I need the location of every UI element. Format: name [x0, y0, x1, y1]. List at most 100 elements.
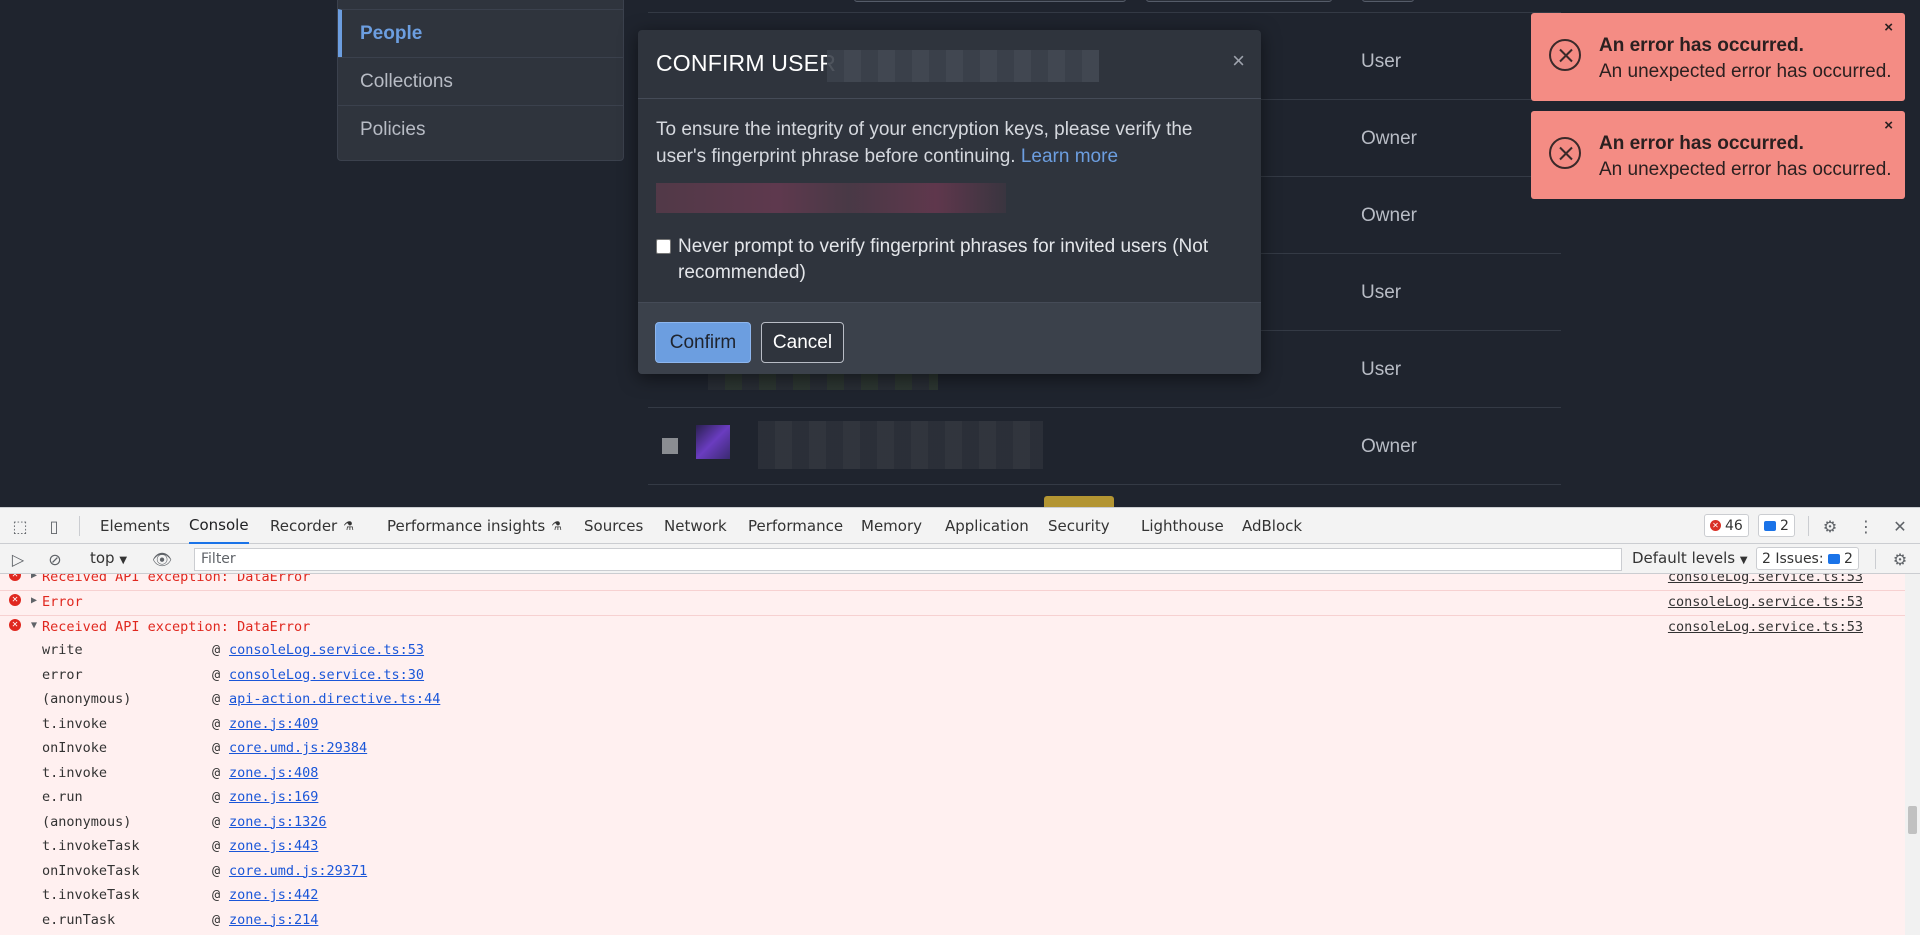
tab-application[interactable]: Application: [945, 508, 1029, 544]
stack-source-link[interactable]: api-action.directive.ts:44: [229, 691, 440, 707]
side-nav: People Collections Policies: [337, 0, 624, 161]
gear-icon[interactable]: ⚙: [1820, 516, 1840, 536]
chevron-down-icon: ▼: [1739, 555, 1748, 566]
stack-frame-row: onInvokeTask @ core.umd.js:29371: [0, 861, 1905, 885]
filter-tabs[interactable]: [854, 0, 1126, 2]
tab-console[interactable]: Console: [189, 508, 249, 544]
error-circle-icon: [1549, 137, 1581, 169]
device-toolbar-icon[interactable]: ▯: [44, 516, 64, 536]
gear-icon[interactable]: ⚙: [1890, 549, 1910, 569]
tab-performance[interactable]: Performance: [748, 508, 843, 544]
error-icon: ✕: [1710, 520, 1721, 531]
stack-source-link[interactable]: core.umd.js:29371: [229, 863, 367, 879]
redacted-fingerprint-phrase: [656, 183, 1006, 213]
row-checkbox[interactable]: [662, 438, 678, 454]
log-source-link[interactable]: consoleLog.service.ts:53: [1668, 574, 1863, 585]
close-icon[interactable]: ×: [1884, 19, 1893, 36]
never-prompt-checkbox[interactable]: [656, 239, 671, 254]
stack-function: (anonymous): [42, 691, 132, 707]
stack-source-link[interactable]: core.umd.js:29384: [229, 740, 367, 756]
error-count: 46: [1725, 517, 1743, 534]
tab-network[interactable]: Network: [664, 508, 727, 544]
stack-frame-row: e.run @ zone.js:169: [0, 787, 1905, 811]
message-count: 2: [1780, 517, 1789, 534]
collapse-triangle-icon[interactable]: ▼: [31, 620, 37, 631]
context-selector[interactable]: top ▼: [90, 549, 127, 567]
console-scrollbar[interactable]: [1905, 574, 1920, 935]
inspect-element-icon[interactable]: ⬚: [10, 516, 30, 536]
nav-item-policies[interactable]: Policies: [338, 105, 623, 153]
stack-source-link[interactable]: zone.js:214: [229, 912, 318, 928]
close-icon[interactable]: ×: [1232, 48, 1245, 74]
stack-function: t.invokeTask: [42, 887, 140, 903]
stack-source-link[interactable]: zone.js:443: [229, 838, 318, 854]
dialog-footer: Confirm Cancel: [638, 302, 1261, 374]
stack-source-link[interactable]: consoleLog.service.ts:53: [229, 642, 424, 658]
error-circle-icon: [1549, 39, 1581, 71]
log-message: Error: [42, 594, 83, 610]
stack-source-link[interactable]: zone.js:409: [229, 716, 318, 732]
expand-triangle-icon[interactable]: ▶: [31, 595, 37, 606]
stack-function: t.invokeTask: [42, 838, 140, 854]
tab-security[interactable]: Security: [1048, 508, 1110, 544]
console-error-row[interactable]: ✕ ▶ Received API exception: DataError co…: [0, 574, 1905, 591]
toast-message: An unexpected error has occurred.: [1599, 159, 1892, 180]
stack-frame-row: t.invokeTask @ zone.js:443: [0, 836, 1905, 860]
clear-console-icon[interactable]: ⊘: [45, 549, 65, 569]
close-icon[interactable]: ×: [1884, 117, 1893, 134]
tab-memory[interactable]: Memory: [861, 508, 922, 544]
stack-source-link[interactable]: zone.js:1326: [229, 814, 327, 830]
stack-source-link[interactable]: zone.js:408: [229, 765, 318, 781]
at-symbol: @: [212, 715, 221, 732]
tab-adblock[interactable]: AdBlock: [1242, 508, 1302, 544]
log-source-link[interactable]: consoleLog.service.ts:53: [1668, 619, 1863, 635]
log-levels-dropdown[interactable]: Default levels ▼: [1632, 549, 1748, 567]
stack-source-link[interactable]: zone.js:442: [229, 887, 318, 903]
at-symbol: @: [212, 887, 221, 903]
issues-count: 2: [1844, 550, 1853, 567]
tab-performance-insights[interactable]: Performance insights ⚗: [387, 508, 562, 544]
toast-title: An error has occurred.: [1599, 35, 1804, 56]
more-options-icon[interactable]: ⋮: [1856, 516, 1876, 536]
stack-frame-row: t.invoke @ zone.js:409: [0, 714, 1905, 738]
devtools-panel: ⬚ ▯ Elements Console Recorder ⚗ Performan…: [0, 507, 1920, 935]
confirm-button[interactable]: Confirm: [655, 322, 751, 363]
close-icon[interactable]: ✕: [1890, 516, 1910, 536]
sidebar-toggle-icon[interactable]: ▷: [8, 549, 28, 569]
tab-elements[interactable]: Elements: [100, 508, 170, 544]
learn-more-link[interactable]: Learn more: [1021, 146, 1118, 167]
expand-triangle-icon[interactable]: ▶: [31, 574, 37, 581]
message-count-badge[interactable]: 2: [1758, 514, 1795, 537]
filter-input[interactable]: Filter: [194, 548, 1622, 571]
web-app: People Collections Policies User Owner O…: [0, 0, 1920, 507]
console-error-row[interactable]: ✕ ▶ Error consoleLog.service.ts:53: [0, 591, 1905, 616]
options-button[interactable]: [1362, 0, 1414, 2]
never-prompt-label[interactable]: Never prompt to verify fingerprint phras…: [678, 234, 1246, 286]
issues-button[interactable]: 2 Issues: 2: [1756, 547, 1859, 570]
stack-frame-row: onInvoke @ core.umd.js:29384: [0, 738, 1905, 762]
at-symbol: @: [212, 838, 221, 854]
cancel-button[interactable]: Cancel: [761, 322, 844, 363]
stack-source-link[interactable]: consoleLog.service.ts:30: [229, 667, 424, 683]
error-toast[interactable]: An error has occurred. An unexpected err…: [1531, 13, 1905, 101]
nav-item-collections[interactable]: Collections: [338, 57, 623, 105]
stack-function: t.invoke: [42, 764, 108, 781]
console-error-row[interactable]: ✕ ▼ Received API exception: DataError co…: [0, 616, 1905, 641]
tab-lighthouse[interactable]: Lighthouse: [1141, 508, 1224, 544]
log-levels-label: Default levels: [1632, 549, 1736, 567]
nav-item-people[interactable]: People: [338, 9, 623, 57]
eye-icon[interactable]: 👁: [152, 549, 172, 569]
scrollbar-thumb[interactable]: [1908, 806, 1917, 834]
stack-source-link[interactable]: zone.js:169: [229, 789, 318, 805]
error-toast[interactable]: An error has occurred. An unexpected err…: [1531, 111, 1905, 199]
issues-label: 2 Issues:: [1762, 550, 1824, 567]
tab-recorder[interactable]: Recorder ⚗: [270, 508, 354, 544]
stack-frame-row: error @ consoleLog.service.ts:30: [0, 665, 1905, 689]
search-box[interactable]: [1146, 0, 1332, 2]
stack-function: (anonymous): [42, 813, 132, 830]
tab-sources[interactable]: Sources: [584, 508, 643, 544]
error-count-badge[interactable]: ✕ 46: [1704, 514, 1749, 537]
at-symbol: @: [212, 789, 221, 805]
log-source-link[interactable]: consoleLog.service.ts:53: [1668, 594, 1863, 610]
stack-frame-row: (anonymous) @ zone.js:1326: [0, 812, 1905, 836]
